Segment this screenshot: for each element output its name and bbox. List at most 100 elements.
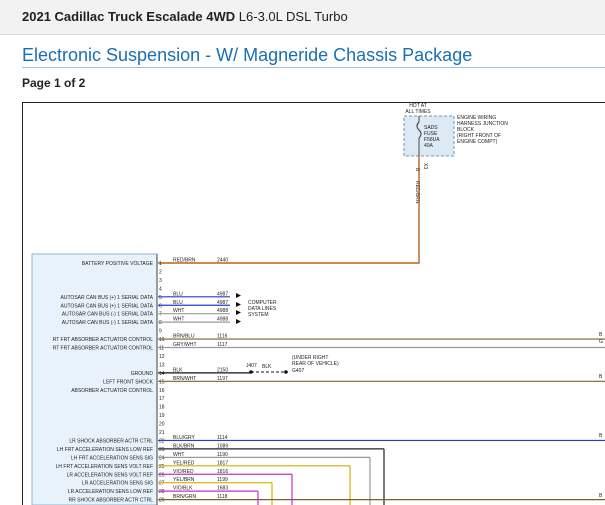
ground-dot <box>284 370 288 374</box>
ground-location-line2: REAR OF VEHICLE) <box>292 361 339 367</box>
wire-color-label: BLK <box>173 367 183 373</box>
serial-data-arrows: COMPUTER DATA LINES SYSTEM <box>236 293 277 324</box>
circuit-number: 1114 <box>217 435 228 441</box>
fuse-label-line4: 40A <box>424 143 434 149</box>
arrow-pin7-icon <box>236 310 241 315</box>
wire-color-label: VIO/BLK <box>173 486 193 492</box>
wire-color-label: WHT <box>173 452 184 458</box>
pin-number: 29 <box>159 498 165 504</box>
signal-label: RT FRT ABSORBER ACTUATOR CONTROL <box>53 346 154 352</box>
pin-number: 13 <box>159 362 165 368</box>
pin-number: 16 <box>159 388 165 394</box>
pin-number: 1 <box>159 261 162 267</box>
splice-label: J407 <box>246 363 257 369</box>
signal-label: RT FRT ABSORBER ACTUATOR CONTROL <box>53 337 154 343</box>
wire-color-label: BRN/GRN <box>173 494 196 500</box>
pin-number: 10 <box>159 337 165 343</box>
circuit-number: 1116 <box>217 334 228 340</box>
pin-number: 18 <box>159 405 165 411</box>
pin-number: 25 <box>159 464 165 470</box>
pin-number: 19 <box>159 413 165 419</box>
signal-label: LR SHOCK ABSORBER ACTR CTRL <box>69 438 153 444</box>
edge-label-pin29: B <box>599 493 603 499</box>
ground-label: G407 <box>292 368 304 374</box>
pin-number: 6 <box>159 303 162 309</box>
pin-number: 20 <box>159 422 165 428</box>
signal-label: RR SHOCK ABSORBER ACTR CTRL <box>69 498 154 504</box>
pin-number: 27 <box>159 481 165 487</box>
signal-label: LEFT FRONT SHOCK <box>103 379 153 385</box>
arrow-pin5-icon <box>236 293 241 298</box>
signal-label: AUTOSAR CAN BUS (+) 1 SERIAL DATA <box>61 295 154 301</box>
wire-color-label: VIO/RED <box>173 469 194 475</box>
signal-label: LH FRT ACCELERATION SENS SIG <box>71 455 153 461</box>
pin-number: 22 <box>159 438 165 444</box>
battery-feed-wire <box>158 156 420 264</box>
signal-label: LR ACCELERATION SENS LOW REF <box>68 489 153 495</box>
wiring-diagram: HOT AT ALL TIMES SADS FUSE F58UA 40A ENG… <box>22 102 605 505</box>
signal-label: AUTOSAR CAN BUS (+) 1 SERIAL DATA <box>61 303 154 309</box>
pin-number: 24 <box>159 455 165 461</box>
signal-label: LR ACCELERATION SENS SIG <box>82 481 153 487</box>
signal-label: AUTOSAR CAN BUS (-) 1 SERIAL DATA <box>62 312 154 318</box>
circuit-number: 4988 <box>217 308 228 314</box>
fuse-pin-x3: X3 <box>422 163 428 169</box>
circuit-number: 4988 <box>217 317 228 323</box>
pin-number: 21 <box>159 430 165 436</box>
signal-label: LH FRT ACCELERATION SENS VOLT REF <box>56 464 153 470</box>
hot-label-line2: ALL TIMES <box>405 109 431 115</box>
wire-color-label: BLU <box>173 300 183 306</box>
circuit-number: 1118 <box>217 494 228 500</box>
pin-number: 17 <box>159 396 165 402</box>
pin-number: 4 <box>159 286 162 292</box>
wire-color-label: GRY/WHT <box>173 342 197 348</box>
pin-number: 9 <box>159 329 162 335</box>
wire-color-label: BLU <box>173 291 183 297</box>
circuit-number: 1816 <box>217 469 228 475</box>
circuit-number: 1199 <box>217 477 228 483</box>
signal-label: GROUND <box>131 371 154 377</box>
edge-label-pin15: B <box>599 374 603 380</box>
circuit-number: 2150 <box>217 367 228 373</box>
wire-color-label: WHT <box>173 317 184 323</box>
pin-number: 5 <box>159 295 162 301</box>
pin-number: 11 <box>159 346 164 352</box>
pin-number: 7 <box>159 312 162 318</box>
pin-number: 2 <box>159 269 162 275</box>
pin-number: 26 <box>159 472 165 478</box>
location-line5: ENGINE COMPT) <box>457 139 498 145</box>
pin-number: 8 <box>159 320 162 326</box>
ground-circuit: J407 BLK (UNDER RIGHT REAR OF VEHICLE) G… <box>246 355 339 374</box>
pin-numbers: 1234567891011121314151617181920212223242… <box>159 261 165 504</box>
pin-number: 12 <box>159 354 165 360</box>
pin-number: 3 <box>159 278 162 284</box>
wire-color-label: BRN/WHT <box>173 376 196 382</box>
edge-label-pin10: B <box>599 332 603 338</box>
wire-color-label: BRN/BLU <box>173 334 195 340</box>
wire-color-label: YEL/RED <box>173 460 195 466</box>
circuit-number: 1683 <box>217 486 228 492</box>
wire-color-label: BLK/BRN <box>173 443 195 449</box>
circuit-number: 1197 <box>217 376 228 382</box>
circuit-number: 4987 <box>217 291 228 297</box>
pin-number: 15 <box>159 379 165 385</box>
edge-label-pin11: G <box>599 339 603 345</box>
arrow-pin8-icon <box>236 319 241 324</box>
edge-label-pin22: B <box>599 433 603 439</box>
pin-number: 23 <box>159 447 165 453</box>
circuit-number: 1817 <box>217 460 228 466</box>
ground-wire-color: BLK <box>262 364 272 370</box>
signal-label: ABSORBER ACTUATOR CONTROL <box>71 388 153 394</box>
pin-number: 28 <box>159 489 165 495</box>
signal-label: BATTERY POSITIVE VOLTAGE <box>82 261 154 267</box>
circuit-number: 1190 <box>217 452 228 458</box>
wires: RED/BRN 2440BLU 4987BLU 4987WHT 4988WHT 4988B… <box>158 258 605 505</box>
arrow-pin6-icon <box>236 302 241 307</box>
circuit-number: 1117 <box>217 342 228 348</box>
signal-label: LH FRT ACCELERATION SENS LOW REF <box>57 447 153 453</box>
circuit-number: 1089 <box>217 443 228 449</box>
circuit-number: 2440 <box>217 258 228 264</box>
wire-color-label: RED/BRN <box>173 258 196 264</box>
wire-color-label: BLU/GRY <box>173 435 196 441</box>
signal-label: LR ACCELERATION SENS VOLT REF <box>67 472 153 478</box>
